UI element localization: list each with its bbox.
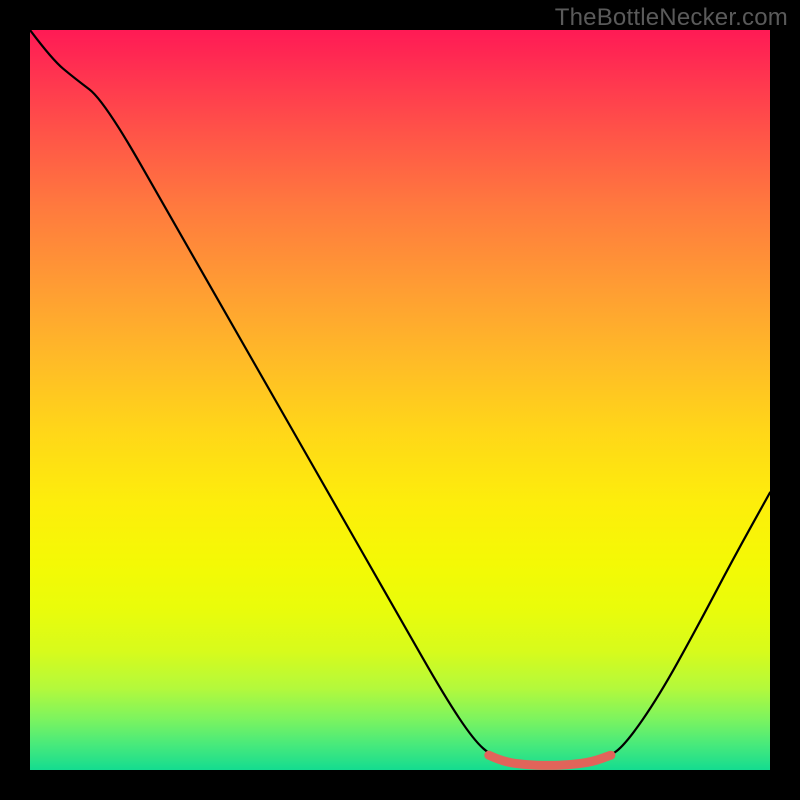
bottleneck-curve bbox=[30, 30, 770, 765]
curve-overlay bbox=[30, 30, 770, 770]
watermark-label: TheBottleNecker.com bbox=[555, 4, 788, 32]
chart-frame: TheBottleNecker.com bbox=[0, 0, 800, 800]
optimal-range-marker bbox=[489, 755, 611, 765]
